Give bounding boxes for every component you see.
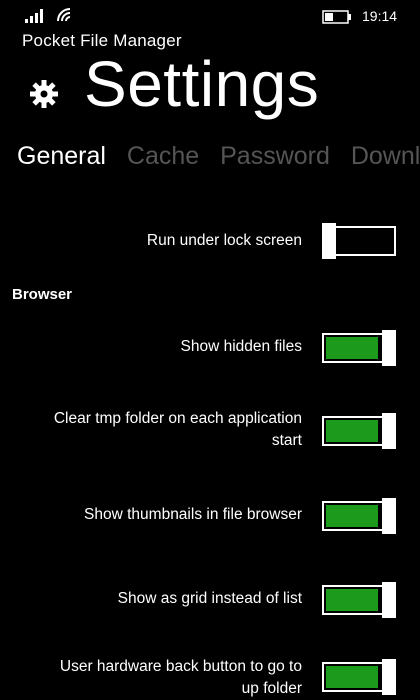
setting-label-clear-tmp-line2: start [271,432,302,449]
tab-password[interactable]: Password [220,142,330,171]
toggle-back-button[interactable] [322,659,396,695]
setting-label-grid: Show as grid instead of list [117,590,302,607]
battery-icon [322,10,351,24]
setting-lock-screen: Run under lock screen [10,223,410,260]
status-bar: 19:14 [0,0,420,32]
pivot-tabs: General Cache Password Downlo [17,142,420,178]
tab-download[interactable]: Downlo [351,142,420,171]
toggle-lock-screen[interactable] [322,223,396,259]
tab-cache[interactable]: Cache [127,142,199,171]
toggle-clear-tmp[interactable] [322,413,396,449]
signal-icon [25,9,43,23]
toggle-hidden-files[interactable] [322,330,396,366]
setting-label-clear-tmp: Clear tmp folder on each application sta… [2,408,302,452]
tab-general[interactable]: General [17,142,106,171]
setting-label-back-button-line1: User hardware back button to go to [59,658,302,675]
setting-label-clear-tmp-line1: Clear tmp folder on each application [53,410,302,427]
clock: 19:14 [362,8,398,24]
setting-label-thumbnails: Show thumbnails in file browser [84,506,302,523]
wifi-icon [57,8,71,22]
setting-label-hidden-files: Show hidden files [180,338,303,355]
setting-clear-tmp: Clear tmp folder on each application sta… [10,406,410,456]
toggle-grid[interactable] [322,582,396,618]
setting-label-back-button-line2: up folder [241,680,302,697]
setting-back-button: User hardware back button to go to up fo… [10,656,410,700]
toggle-thumbnails[interactable] [322,498,396,534]
setting-hidden-files: Show hidden files [10,330,410,366]
page-title: Settings [84,48,320,120]
setting-grid: Show as grid instead of list [10,582,410,618]
setting-label-lock-screen: Run under lock screen [146,232,302,249]
setting-label-back-button: User hardware back button to go to up fo… [2,656,302,700]
gear-icon [30,80,58,108]
setting-thumbnails: Show thumbnails in file browser [10,498,410,534]
section-header-browser: Browser [12,286,73,303]
